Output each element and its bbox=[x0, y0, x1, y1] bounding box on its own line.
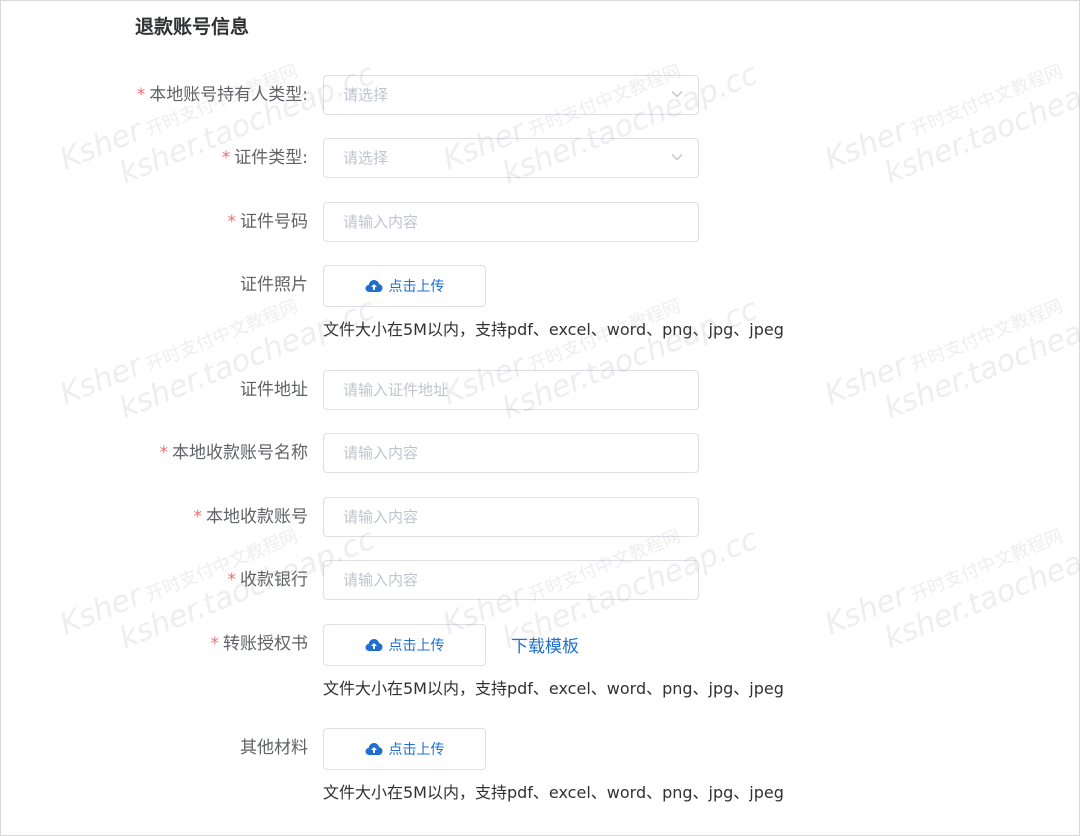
account-name-label: * 本地收款账号名称 bbox=[160, 433, 309, 473]
account-name-input[interactable] bbox=[324, 434, 663, 472]
other-materials-upload-button[interactable]: 点击上传 bbox=[323, 728, 486, 770]
bank-label-text: 收款银行 bbox=[240, 570, 308, 590]
upload-button-label: 点击上传 bbox=[388, 638, 445, 654]
cloud-upload-icon bbox=[365, 743, 382, 755]
bank-label: * 收款银行 bbox=[228, 560, 309, 600]
id-number-label: * 证件号码 bbox=[228, 202, 309, 242]
required-mark: * bbox=[210, 634, 220, 654]
holder-type-label: * 本地账号持有人类型: bbox=[137, 75, 308, 115]
account-number-field[interactable] bbox=[323, 497, 699, 537]
upload-button-label: 点击上传 bbox=[388, 279, 445, 295]
upload-hint: 文件大小在5M以内，支持pdf、excel、word、png、jpg、jpeg bbox=[323, 783, 784, 802]
other-materials-label: 其他材料 bbox=[240, 738, 308, 758]
download-template-link[interactable]: 下载模板 bbox=[511, 632, 579, 657]
id-number-field[interactable] bbox=[323, 202, 699, 242]
section-title: 退款账号信息 bbox=[135, 16, 250, 38]
transfer-auth-upload-button[interactable]: 点击上传 bbox=[323, 624, 486, 666]
chevron-down-icon bbox=[671, 91, 683, 98]
upload-hint: 文件大小在5M以内，支持pdf、excel、word、png、jpg、jpeg bbox=[323, 320, 784, 339]
account-number-label-text: 本地收款账号 bbox=[206, 507, 308, 527]
chevron-down-icon bbox=[671, 154, 683, 161]
upload-hint: 文件大小在5M以内，支持pdf、excel、word、png、jpg、jpeg bbox=[323, 679, 784, 698]
id-photo-upload-button[interactable]: 点击上传 bbox=[323, 265, 486, 307]
transfer-auth-label-text: 转账授权书 bbox=[223, 634, 308, 654]
bank-input[interactable] bbox=[324, 561, 663, 599]
id-number-label-text: 证件号码 bbox=[240, 212, 308, 232]
required-mark: * bbox=[227, 212, 237, 232]
required-mark: * bbox=[193, 507, 203, 527]
id-address-label: 证件地址 bbox=[240, 380, 308, 400]
holder-type-select[interactable] bbox=[323, 75, 699, 115]
holder-type-select-input[interactable] bbox=[324, 76, 663, 114]
upload-button-label: 点击上传 bbox=[388, 742, 445, 758]
account-number-input[interactable] bbox=[324, 498, 663, 536]
required-mark: * bbox=[159, 443, 169, 463]
required-mark: * bbox=[227, 570, 237, 590]
id-photo-label: 证件照片 bbox=[240, 275, 308, 295]
id-address-input[interactable] bbox=[324, 371, 663, 409]
id-type-label-text: 证件类型: bbox=[234, 148, 308, 168]
holder-type-label-text: 本地账号持有人类型: bbox=[149, 85, 308, 105]
transfer-auth-label: * 转账授权书 bbox=[211, 624, 309, 664]
id-type-select[interactable] bbox=[323, 138, 699, 178]
id-type-label: * 证件类型: bbox=[222, 138, 308, 178]
account-name-label-text: 本地收款账号名称 bbox=[172, 443, 308, 463]
form-frame bbox=[0, 0, 1080, 836]
bank-field[interactable] bbox=[323, 560, 699, 600]
id-type-select-input[interactable] bbox=[324, 139, 663, 177]
required-mark: * bbox=[221, 148, 231, 168]
account-name-field[interactable] bbox=[323, 433, 699, 473]
account-number-label: * 本地收款账号 bbox=[194, 497, 309, 537]
cloud-upload-icon bbox=[365, 639, 382, 651]
required-mark: * bbox=[136, 85, 146, 105]
cloud-upload-icon bbox=[365, 280, 382, 292]
id-address-field[interactable] bbox=[323, 370, 699, 410]
id-number-input[interactable] bbox=[324, 203, 663, 241]
